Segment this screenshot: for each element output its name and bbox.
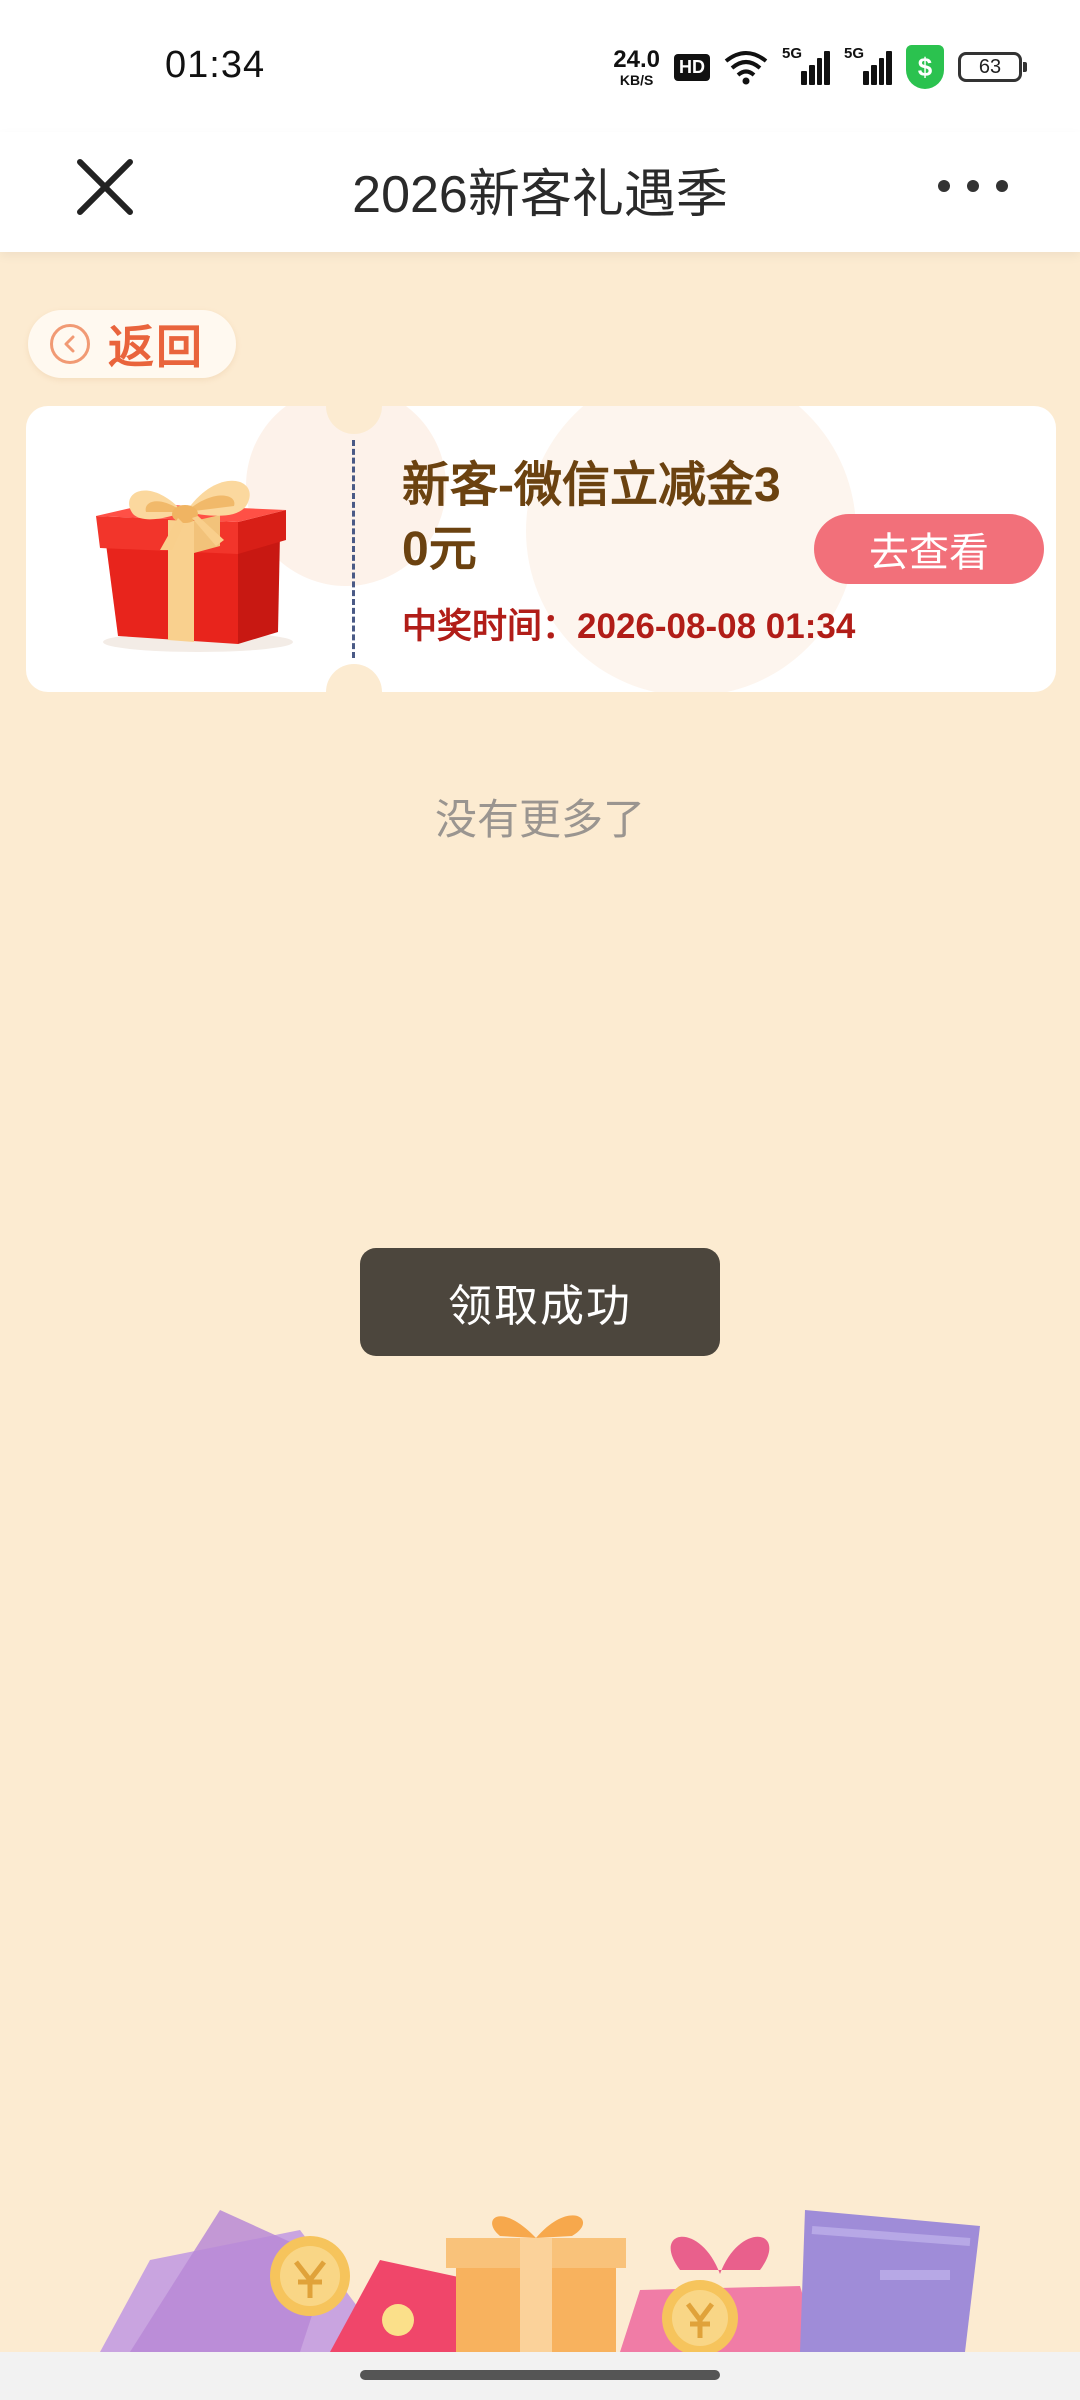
dollar-shield-icon: $ [906, 45, 944, 89]
back-button[interactable]: 返回 [28, 310, 236, 378]
wifi-icon [724, 51, 768, 85]
prize-name: 新客-微信立减金30元 [402, 459, 781, 576]
more-icon-dot [996, 180, 1008, 192]
status-bar: 01:34 24.0 KB/S HD 5G 5G $ 63 [0, 0, 1080, 132]
more-icon-dot [938, 180, 950, 192]
signal-network-type: 5G [844, 45, 865, 62]
toast-text: 领取成功 [448, 1282, 632, 1331]
prize-time-label: 中奖时间： [402, 607, 578, 646]
back-label: 返回 [108, 321, 204, 373]
battery-icon: 63 [958, 52, 1027, 82]
status-icons: 24.0 KB/S HD 5G 5G $ 63 [613, 44, 1027, 90]
prize-time: 中奖时间：2026-08-08 01:34 [402, 598, 855, 649]
signal-icon-sim2: 5G [844, 45, 893, 85]
ticket-divider [352, 440, 355, 658]
prize-time-value: 2026-08-08 01:34 [577, 607, 856, 646]
battery-level: 63 [978, 55, 1002, 78]
prize-card: 新客-微信立减金30元 中奖时间：2026-08-08 01:34 去查看 [26, 406, 1056, 692]
home-indicator[interactable] [360, 2370, 720, 2380]
chevron-left-circle-icon [50, 324, 90, 364]
more-icon-dot [967, 180, 979, 192]
network-speed: 24.0 KB/S [613, 45, 660, 88]
ticket-scallop-edge [26, 416, 38, 682]
view-prize-button[interactable]: 去查看 [814, 514, 1044, 584]
page-title: 2026新客礼遇季 [352, 166, 728, 224]
gifts-decoration [100, 2210, 980, 2352]
network-speed-unit: KB/S [619, 71, 654, 88]
signal-network-type: 5G [782, 45, 803, 62]
network-speed-value: 24.0 [613, 45, 660, 73]
list-end-text: 没有更多了 [434, 796, 645, 843]
gift-box-icon [96, 480, 293, 652]
status-time: 01:34 [165, 44, 266, 86]
toast: 领取成功 [360, 1248, 720, 1356]
more-button[interactable] [938, 166, 1008, 206]
title-bar: 2026新客礼遇季 [0, 132, 1080, 252]
hd-voice-icon: HD [674, 53, 710, 81]
ticket-notch [326, 664, 382, 692]
signal-icon-sim1: 5G [782, 45, 831, 85]
